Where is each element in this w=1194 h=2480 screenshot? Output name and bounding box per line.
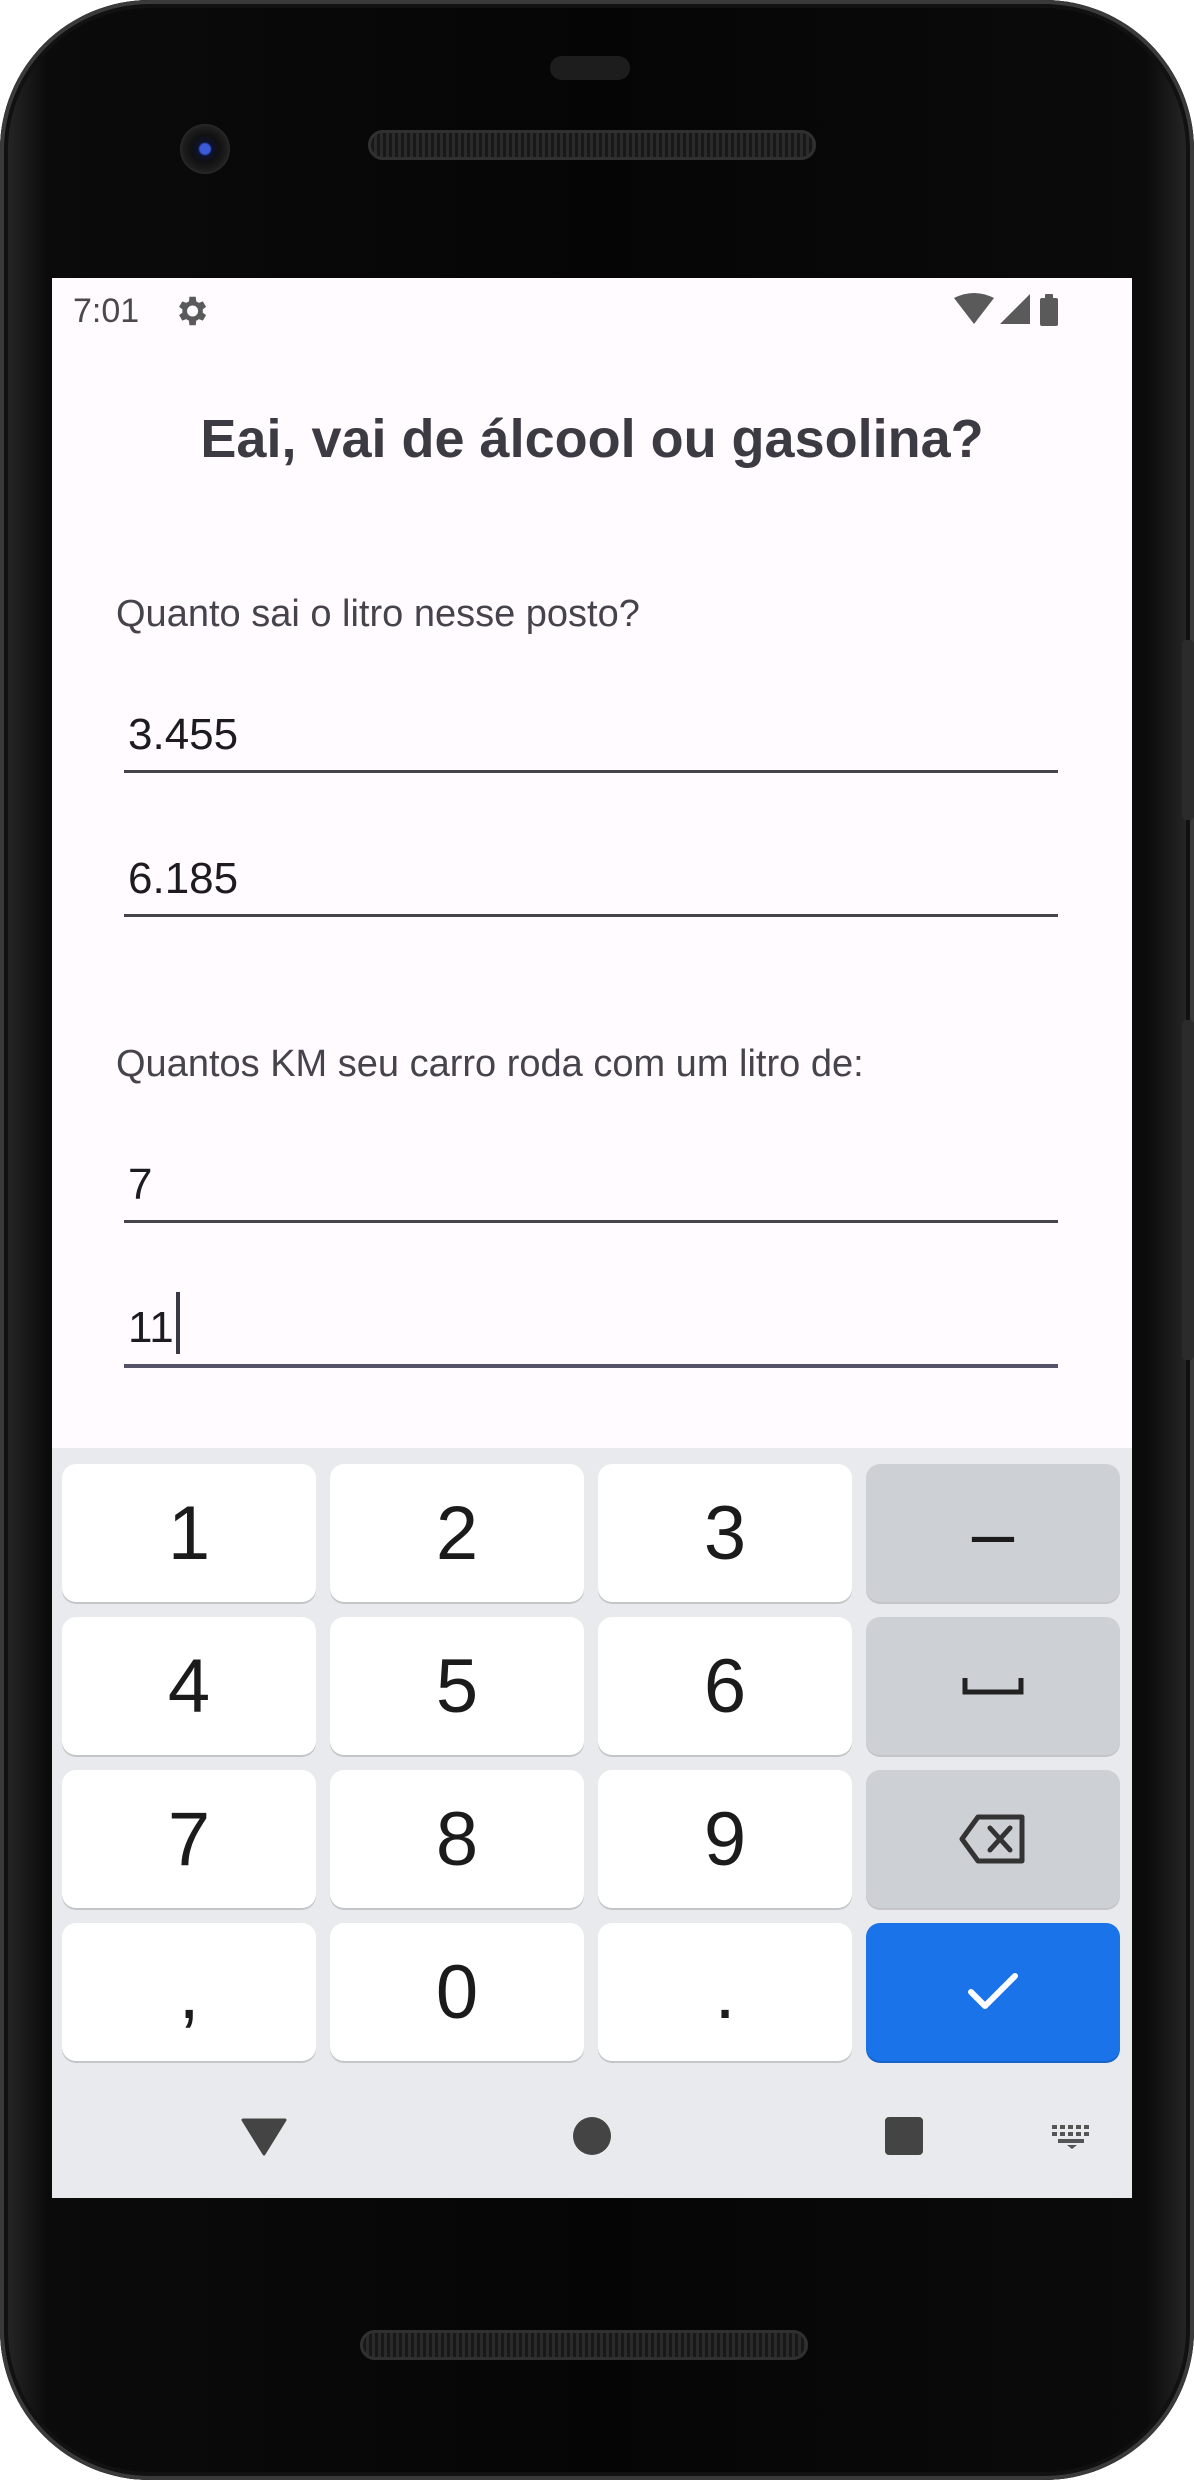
key-1[interactable]: 1 xyxy=(62,1464,316,1602)
alcohol-price-field[interactable]: 3.455 xyxy=(124,690,1058,773)
bottom-speaker-grille xyxy=(360,2330,808,2360)
cell-signal-icon xyxy=(1000,294,1030,324)
backspace-icon xyxy=(959,1814,1025,1864)
key-2[interactable]: 2 xyxy=(330,1464,584,1602)
key-minus[interactable]: – xyxy=(866,1464,1120,1602)
km-section-label: Quantos KM seu carro roda com um litro d… xyxy=(116,1043,864,1085)
key-period[interactable]: . xyxy=(598,1923,852,2061)
power-button xyxy=(1182,640,1194,820)
battery-icon xyxy=(1040,298,1058,326)
front-camera-icon xyxy=(180,124,230,174)
text-caret xyxy=(175,1292,180,1354)
done-check-icon xyxy=(968,1973,1018,2009)
page-title: Eai, vai de álcool ou gasolina? xyxy=(200,409,984,469)
status-time: 7:01 xyxy=(73,292,140,330)
back-triangle-icon xyxy=(241,2118,287,2155)
key-5[interactable]: 5 xyxy=(330,1617,584,1755)
gasoline-km-value: 11 xyxy=(128,1292,180,1354)
top-speaker-grille xyxy=(368,130,816,160)
gasoline-price-field[interactable]: 6.185 xyxy=(124,834,1058,917)
recents-button[interactable] xyxy=(864,2073,944,2198)
key-3[interactable]: 3 xyxy=(598,1464,852,1602)
key-8[interactable]: 8 xyxy=(330,1770,584,1908)
gasoline-price-value: 6.185 xyxy=(128,854,239,903)
key-space[interactable] xyxy=(866,1617,1120,1755)
numeric-keyboard: 1 2 3 – 4 5 6 7 8 9 , 0 . xyxy=(52,1448,1132,2198)
alcohol-km-value: 7 xyxy=(128,1160,153,1209)
gasoline-km-field[interactable]: 11 xyxy=(124,1284,1058,1368)
key-0[interactable]: 0 xyxy=(330,1923,584,2061)
keyboard-switch-button[interactable] xyxy=(1032,2073,1112,2198)
recents-square-icon xyxy=(885,2116,923,2155)
key-comma[interactable]: , xyxy=(62,1923,316,2061)
navigation-bar xyxy=(52,2073,1132,2198)
phone-screen: 7:01 Eai, vai de álcool ou gasolina? Qua… xyxy=(52,278,1132,2198)
earpiece-slot xyxy=(550,56,630,80)
alcohol-price-value: 3.455 xyxy=(128,710,239,759)
key-6[interactable]: 6 xyxy=(598,1617,852,1755)
status-bar: 7:01 xyxy=(52,278,1132,344)
gasoline-km-text: 11 xyxy=(128,1303,174,1352)
keyboard-switch-icon xyxy=(1052,2124,1089,2149)
alcohol-km-field[interactable]: 7 xyxy=(124,1140,1058,1223)
status-right-icons xyxy=(954,293,1058,326)
key-9[interactable]: 9 xyxy=(598,1770,852,1908)
key-4[interactable]: 4 xyxy=(62,1617,316,1755)
space-icon xyxy=(962,1678,1024,1695)
wifi-icon xyxy=(954,293,994,324)
phone-frame: 7:01 Eai, vai de álcool ou gasolina? Qua… xyxy=(0,0,1194,2480)
home-circle-icon xyxy=(573,2116,611,2155)
home-button[interactable] xyxy=(552,2073,632,2198)
key-backspace[interactable] xyxy=(866,1770,1120,1908)
back-button[interactable] xyxy=(224,2073,304,2198)
settings-gear-icon xyxy=(179,296,207,326)
key-done[interactable] xyxy=(866,1923,1120,2061)
key-7[interactable]: 7 xyxy=(62,1770,316,1908)
volume-button xyxy=(1182,1020,1194,1360)
price-section-label: Quanto sai o litro nesse posto? xyxy=(116,593,640,635)
